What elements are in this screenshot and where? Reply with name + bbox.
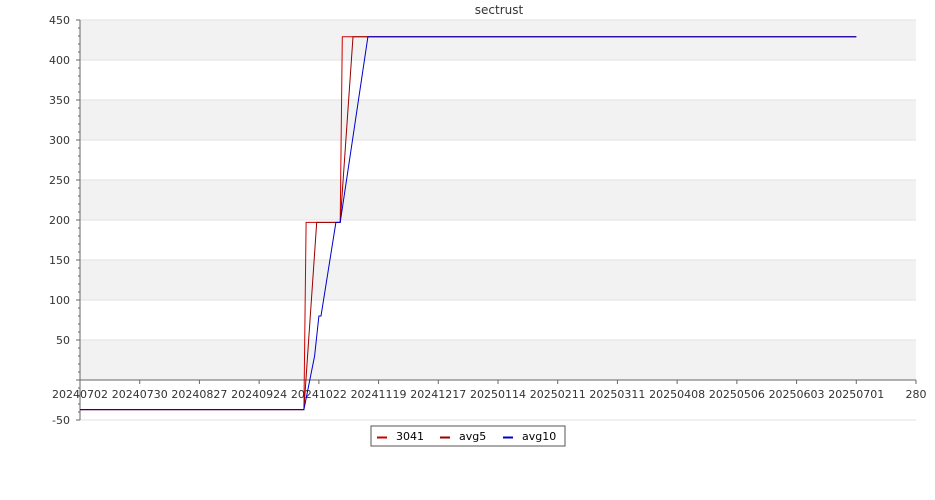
x-tick-label: 20241022: [291, 388, 347, 401]
plot-band: [80, 260, 916, 300]
y-tick-label: 200: [49, 214, 70, 227]
y-tick-label: 100: [49, 294, 70, 307]
x-tick-label: 20241217: [410, 388, 466, 401]
y-tick-label: 350: [49, 94, 70, 107]
plot-band: [80, 180, 916, 220]
plot-band: [80, 220, 916, 260]
plot-band: [80, 60, 916, 100]
plot-band: [80, 340, 916, 380]
x-tick-label: 20250408: [649, 388, 705, 401]
legend-label-avg10: avg10: [522, 430, 556, 443]
x-tick-label: 20240827: [171, 388, 227, 401]
y-tick-label: 450: [49, 14, 70, 27]
x-tick-label: 20250701: [828, 388, 884, 401]
y-tick-label: 50: [56, 334, 70, 347]
x-tick-label: 20250506: [709, 388, 765, 401]
x-tick-label: 20240924: [231, 388, 287, 401]
legend: 3041 avg5 avg10: [370, 425, 566, 447]
plot-band: [80, 300, 916, 340]
y-tick-label: -50: [52, 414, 70, 427]
x-tick-label: 280: [906, 388, 927, 401]
x-tick-label: 20240730: [112, 388, 168, 401]
y-tick-label: 150: [49, 254, 70, 267]
y-tick-label: 250: [49, 174, 70, 187]
plot-band: [80, 20, 916, 60]
x-tick-label: 20241119: [351, 388, 407, 401]
y-tick-label: 400: [49, 54, 70, 67]
x-tick-label: 20250603: [769, 388, 825, 401]
x-tick-label: 20250211: [530, 388, 586, 401]
plot-band: [80, 100, 916, 140]
legend-label-3041: 3041: [396, 430, 424, 443]
chart-title: sectrust: [475, 3, 524, 17]
x-tick-label: 20250311: [589, 388, 645, 401]
legend-label-avg5: avg5: [459, 430, 486, 443]
x-tick-label: 20240702: [52, 388, 108, 401]
x-tick-label: 20250114: [470, 388, 526, 401]
y-tick-label: 300: [49, 134, 70, 147]
plot-band: [80, 140, 916, 180]
chart: -50 50 100 150 200 250 300 350 400 450 20240702 202…: [49, 3, 927, 447]
